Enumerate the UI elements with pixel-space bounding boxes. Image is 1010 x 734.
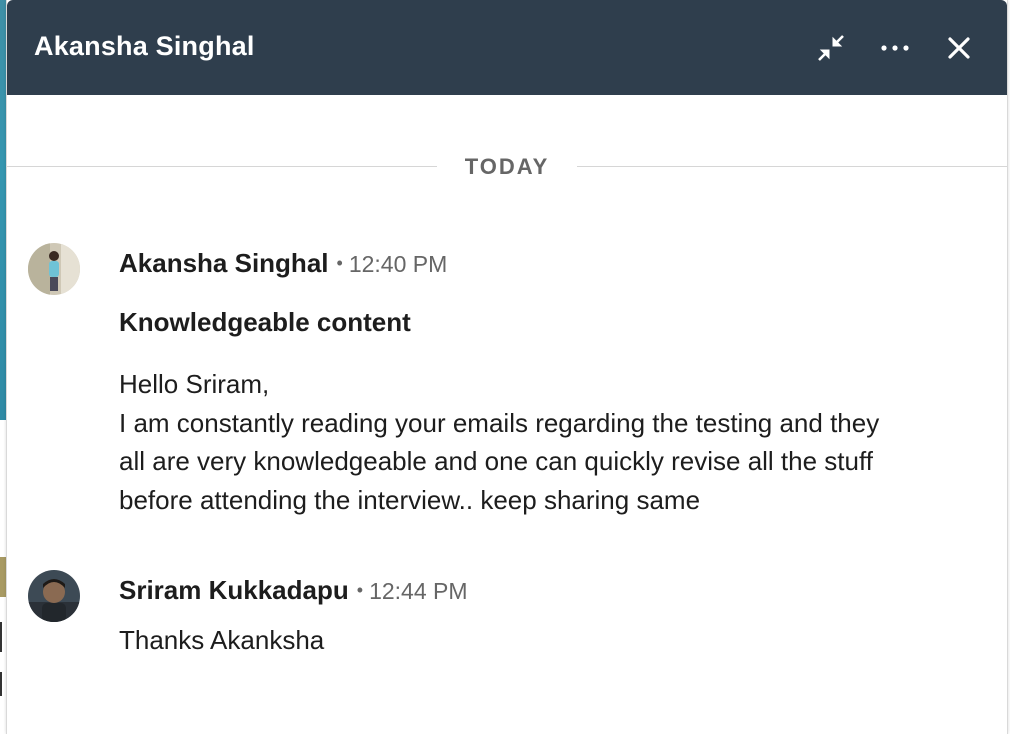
message-header: Akansha Singhal • 12:40 PM <box>119 248 447 279</box>
avatar[interactable] <box>28 243 80 295</box>
sender-name[interactable]: Akansha Singhal <box>119 248 329 278</box>
message-subject: Knowledgeable content <box>119 307 411 337</box>
minimize-button[interactable] <box>811 28 851 68</box>
message-line: Thanks Akanksha <box>119 625 325 655</box>
chat-title[interactable]: Akansha Singhal <box>34 31 255 62</box>
date-label: TODAY <box>464 154 550 179</box>
date-divider: TODAY <box>7 150 1007 184</box>
avatar[interactable] <box>28 570 80 622</box>
message-header: Sriram Kukkadapu • 12:44 PM <box>119 575 468 606</box>
chat-header: Akansha Singhal <box>7 0 1007 95</box>
separator-dot: • <box>356 580 364 600</box>
minimize-arrows-icon <box>816 33 846 63</box>
divider-line <box>7 166 437 167</box>
message-line: Hello Sriram, <box>119 369 270 399</box>
message-line: before attending the interview.. keep sh… <box>119 484 701 515</box>
close-button[interactable] <box>939 28 979 68</box>
message-time: 12:44 PM <box>369 578 468 604</box>
message-time: 12:40 PM <box>348 251 448 277</box>
sender-name[interactable]: Sriram Kukkadapu <box>119 575 349 605</box>
message-line: I am constantly reading your emails rega… <box>119 407 880 438</box>
message-body: Thanks Akanksha <box>119 621 989 660</box>
more-options-button[interactable] <box>875 28 915 68</box>
chat-window: Akansha Singhal TODAY Akansha Singhal • … <box>6 0 1008 734</box>
close-icon <box>948 37 970 59</box>
separator-dot: • <box>336 253 343 273</box>
message-body: Hello Sriram, I am constantly reading yo… <box>119 365 989 519</box>
divider-line <box>577 166 1007 167</box>
message-line: all are very knowledgeable and one can q… <box>119 446 873 476</box>
more-options-icon <box>880 43 910 53</box>
